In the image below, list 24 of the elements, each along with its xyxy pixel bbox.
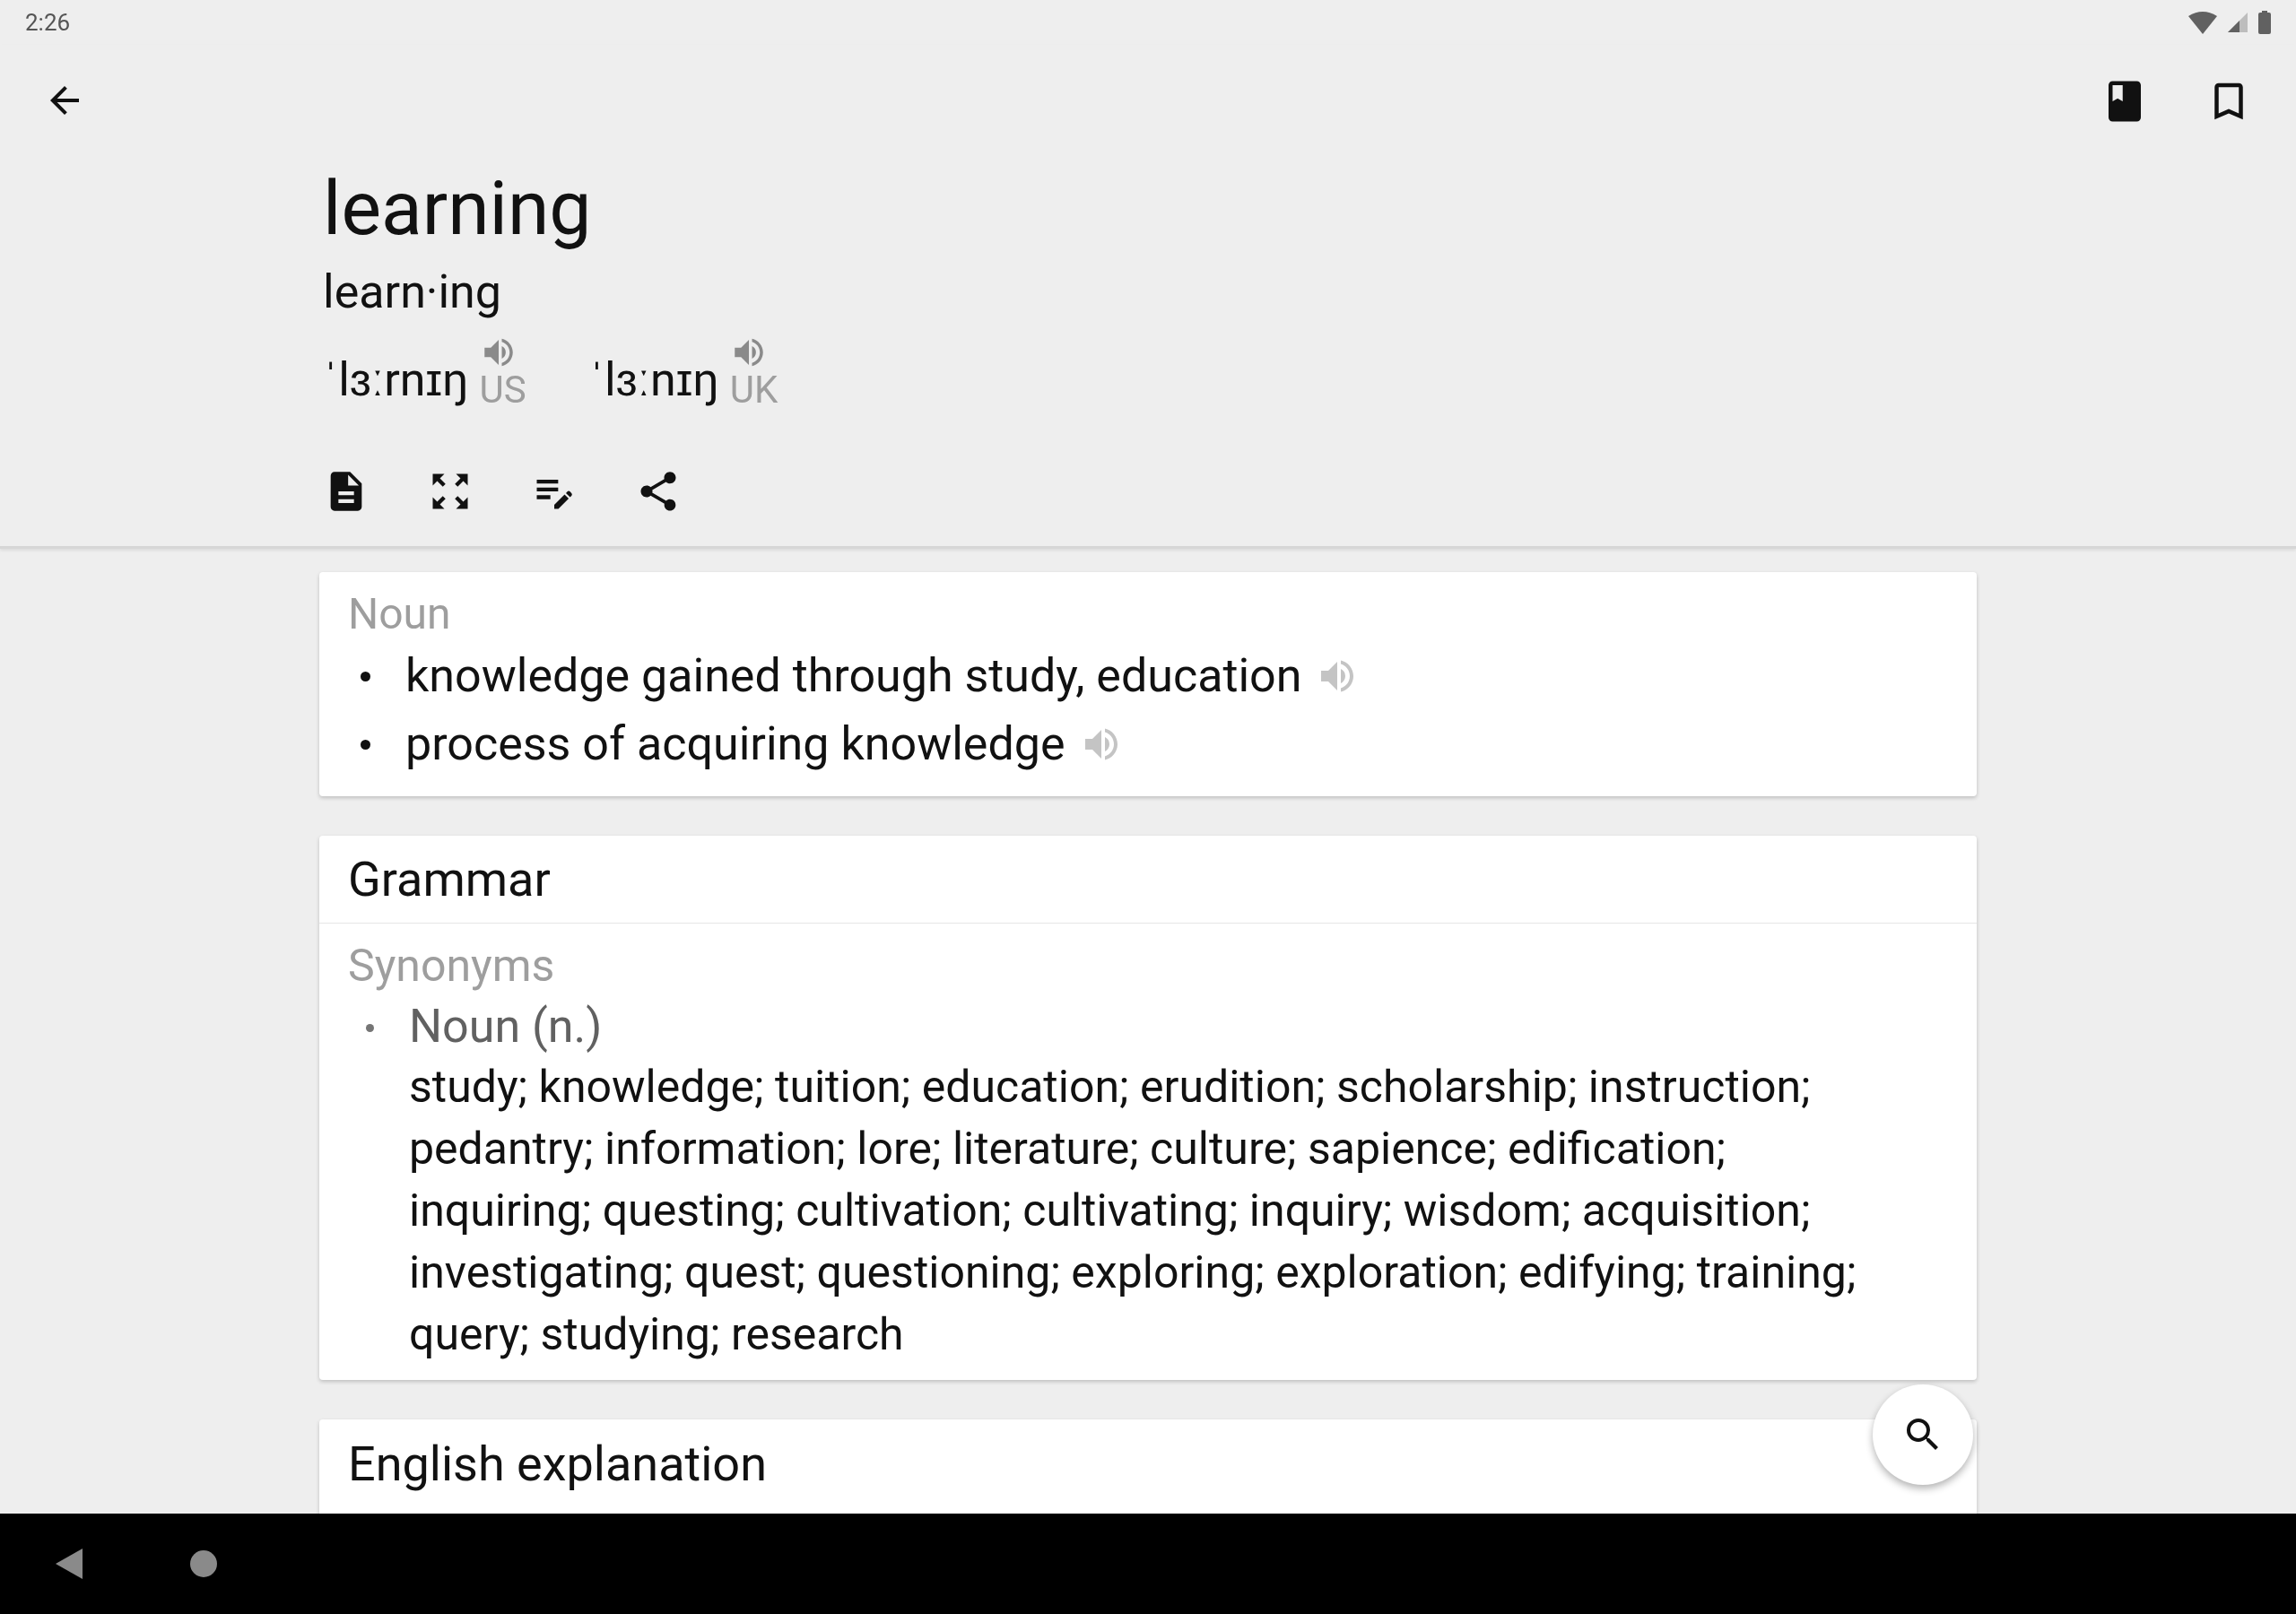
bullet-icon (366, 1024, 374, 1032)
region-label: US (479, 371, 526, 409)
status-time: 2:26 (25, 7, 71, 38)
battery-icon (2258, 11, 2271, 34)
definition-text: knowledge gained through study, education (405, 647, 1302, 705)
synonym-group-label: Noun (n.) (409, 998, 604, 1055)
bullet-icon (361, 671, 370, 681)
synonym-list: study; knowledge; tuition; education; erudition; scholarship; instruction; pedantry; information; lore; literature; culture; sapience; edification; inquiring; questing; cultivation; cultivating; inquiry; wisdom; acquisition; investigating; quest; questioning; exploring; exploration; edifying; training; query; studying; research (409, 1056, 1948, 1366)
subheading: Synonyms (348, 939, 556, 994)
phonetic-transcription: ˈlɜːrnɪŋ (323, 351, 469, 409)
part-of-speech: Noun (348, 587, 452, 641)
section-title: Grammar (319, 836, 1977, 924)
syllables: learn·ing (323, 264, 502, 321)
signal-icon (2228, 13, 2248, 32)
region-label: UK (729, 371, 778, 409)
nav-back-icon[interactable] (56, 1549, 83, 1579)
section-title: English explanation (348, 1437, 768, 1491)
definition-text: process of acquiring knowledge (405, 716, 1065, 773)
headword: learning (323, 169, 593, 249)
bullet-icon (361, 739, 370, 750)
nav-home-icon[interactable] (190, 1550, 217, 1577)
phonetic-transcription: ˈlɜːnɪŋ (588, 351, 719, 409)
search-button[interactable] (1873, 1384, 1973, 1485)
wifi-icon (2188, 11, 2217, 34)
